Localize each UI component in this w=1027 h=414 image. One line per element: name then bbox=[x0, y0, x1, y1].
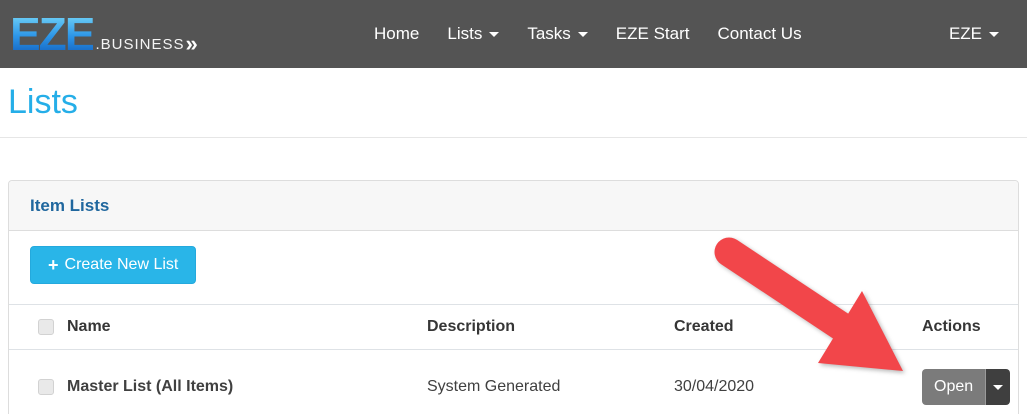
column-header-created: Created bbox=[662, 305, 910, 350]
row-checkbox[interactable] bbox=[38, 379, 54, 395]
panel-title: Item Lists bbox=[30, 196, 109, 216]
chevron-down-icon bbox=[578, 32, 588, 37]
chevron-down-icon bbox=[993, 385, 1003, 390]
nav-item-home[interactable]: Home bbox=[360, 0, 433, 68]
list-description-cell: System Generated bbox=[415, 350, 662, 414]
open-dropdown-toggle[interactable] bbox=[985, 369, 1010, 405]
brand-suffix: .BUSINESS bbox=[95, 36, 184, 53]
table-header-row: Name Description Created Actions bbox=[9, 305, 1018, 350]
select-all-checkbox[interactable] bbox=[38, 319, 54, 335]
nav-item-label: Contact Us bbox=[717, 24, 801, 44]
brand-logo[interactable]: EZE .BUSINESS » bbox=[10, 15, 198, 53]
list-actions-cell: Open bbox=[910, 350, 1018, 414]
brand-chevrons-icon: » bbox=[186, 35, 198, 53]
nav-item-label: EZE Start bbox=[616, 24, 690, 44]
plus-icon: + bbox=[48, 255, 59, 276]
nav-user-menu-label: EZE bbox=[949, 24, 982, 44]
list-name-cell: Master List (All Items) bbox=[55, 350, 415, 414]
chevron-down-icon bbox=[489, 32, 499, 37]
nav-right: EZE bbox=[935, 0, 1013, 68]
column-header-name: Name bbox=[55, 305, 415, 350]
table-row: Master List (All Items) System Generated… bbox=[9, 350, 1018, 414]
column-header-actions: Actions bbox=[910, 305, 1018, 350]
item-lists-table: Name Description Created Actions Master … bbox=[9, 304, 1018, 414]
nav-user-menu[interactable]: EZE bbox=[935, 0, 1013, 68]
open-split-button: Open bbox=[922, 369, 1010, 405]
page-title: Lists bbox=[8, 82, 78, 122]
list-created-cell: 30/04/2020 bbox=[662, 350, 910, 414]
nav-item-label: Home bbox=[374, 24, 419, 44]
nav-item-contact-us[interactable]: Contact Us bbox=[703, 0, 815, 68]
item-lists-panel: Item Lists + Create New List Name Des bbox=[8, 180, 1019, 414]
column-header-description: Description bbox=[415, 305, 662, 350]
page: EZE .BUSINESS » Home Lists Tasks EZE Sta… bbox=[0, 0, 1027, 414]
nav-item-lists[interactable]: Lists bbox=[433, 0, 513, 68]
open-button[interactable]: Open bbox=[922, 369, 985, 405]
top-navbar: EZE .BUSINESS » Home Lists Tasks EZE Sta… bbox=[0, 0, 1027, 68]
nav-item-label: Lists bbox=[447, 24, 482, 44]
brand-name: EZE bbox=[10, 15, 93, 53]
nav-item-label: Tasks bbox=[527, 24, 570, 44]
nav-item-tasks[interactable]: Tasks bbox=[513, 0, 601, 68]
nav-item-eze-start[interactable]: EZE Start bbox=[602, 0, 704, 68]
create-new-list-button[interactable]: + Create New List bbox=[30, 246, 196, 284]
main-nav: Home Lists Tasks EZE Start Contact Us bbox=[360, 0, 816, 68]
title-divider bbox=[0, 137, 1027, 138]
chevron-down-icon bbox=[989, 32, 999, 37]
panel-header: Item Lists bbox=[9, 181, 1018, 231]
create-new-list-label: Create New List bbox=[65, 256, 179, 274]
panel-body: + Create New List Name Description Creat… bbox=[9, 231, 1018, 414]
